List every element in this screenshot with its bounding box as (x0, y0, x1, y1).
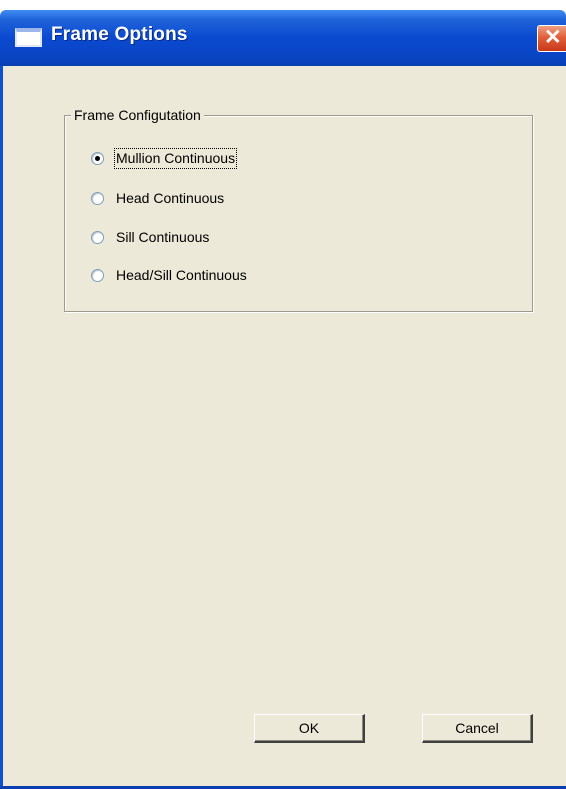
close-button[interactable]: ✕ (537, 25, 566, 52)
radio-button[interactable] (91, 268, 104, 282)
radio-label: Mullion Continuous (113, 147, 238, 169)
title-bar[interactable]: Frame Options ✕ (0, 10, 566, 66)
window-app-icon (15, 28, 42, 47)
radio-label: Sill Continuous (116, 228, 210, 245)
radio-head-sill-continuous[interactable]: Head/Sill Continuous (91, 264, 247, 286)
cancel-button[interactable]: Cancel (422, 714, 533, 743)
radio-button-checked[interactable] (91, 151, 104, 165)
frame-configuration-legend: Frame Configutation (71, 107, 204, 123)
ok-button[interactable]: OK (254, 714, 365, 743)
radio-mullion-continuous[interactable]: Mullion Continuous (91, 147, 238, 169)
window-title: Frame Options (51, 24, 188, 45)
radio-button[interactable] (91, 191, 104, 205)
frame-options-dialog: Frame Options ✕ Frame Configutation Mull… (0, 0, 566, 789)
radio-head-continuous[interactable]: Head Continuous (91, 187, 224, 209)
radio-label: Head Continuous (116, 189, 225, 206)
close-icon: ✕ (544, 26, 562, 49)
radio-button[interactable] (91, 230, 104, 244)
radio-label: Head/Sill Continuous (116, 266, 247, 283)
radio-sill-continuous[interactable]: Sill Continuous (91, 226, 209, 248)
